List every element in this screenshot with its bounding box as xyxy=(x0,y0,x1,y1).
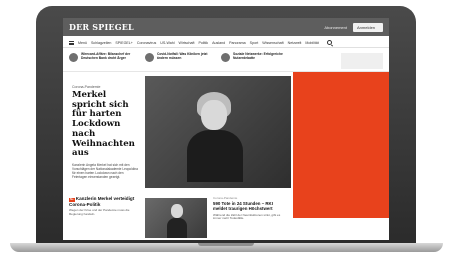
lead-kicker: Corona-Pandemie xyxy=(72,85,101,89)
ad-banner[interactable] xyxy=(341,53,383,69)
teaser-item[interactable]: Wirecard-Affäre: Bilanzchef der Deutsche… xyxy=(69,52,139,68)
article-image[interactable] xyxy=(145,198,207,238)
spiegel-logo[interactable]: DER SPIEGEL xyxy=(69,22,134,32)
nav-item-menu[interactable]: Menü xyxy=(78,41,87,45)
nav-item-politik[interactable]: Politik xyxy=(198,41,208,45)
teaser-title[interactable]: Soziale Netzwerke: Erfolgreiche Nutzerde… xyxy=(233,52,291,68)
article-headline[interactable]: 590 Tote in 24 Stunden – RKI meldet trau… xyxy=(213,201,287,212)
nav-item-mobilitaet[interactable]: Mobilität xyxy=(305,41,318,45)
nav-item-netzwelt[interactable]: Netzwelt xyxy=(288,41,302,45)
teaser-item[interactable]: Covid-Notfall: Was Kliniken jetzt ändern… xyxy=(145,52,215,68)
teaser-thumbnail xyxy=(221,53,230,62)
abo-link[interactable]: Abonnement xyxy=(324,25,347,30)
article-headline-text[interactable]: Kanzlerin Merkel verteidigt Corona-Polit… xyxy=(69,196,134,207)
nav-item-panorama[interactable]: Panorama xyxy=(229,41,246,45)
search-icon[interactable] xyxy=(326,40,332,45)
nav-item-coronavirus[interactable]: Coronavirus xyxy=(137,41,156,45)
header-actions: Abonnement Anmelden xyxy=(324,22,383,32)
article-summary: Wegen der Krise und der Pandemie muss di… xyxy=(69,208,130,216)
nav-item-sport[interactable]: Sport xyxy=(250,41,259,45)
article-card[interactable]: Corona-Pandemie 590 Tote in 24 Stunden –… xyxy=(213,196,287,221)
nav-item-wirtschaft[interactable]: Wirtschaft xyxy=(179,41,195,45)
teaser-item[interactable]: Soziale Netzwerke: Erfolgreiche Nutzerde… xyxy=(221,52,291,68)
orange-advertisement[interactable] xyxy=(293,72,389,218)
nav-item-spiegel-plus[interactable]: SPIEGEL+ xyxy=(115,41,132,45)
nav-item-wissenschaft[interactable]: Wissenschaft xyxy=(262,41,283,45)
teaser-thumbnail xyxy=(145,53,154,62)
teaser-thumbnail xyxy=(69,53,78,62)
article-summary: Während die Zahl der Neuinfektionen sink… xyxy=(213,212,281,221)
lead-headline[interactable]: Merkel spricht sich für harten Lockdown … xyxy=(72,90,138,159)
article-card[interactable]: S+ Kanzlerin Merkel verteidigt Corona-Pol… xyxy=(69,196,141,217)
teaser-title[interactable]: Wirecard-Affäre: Bilanzchef der Deutsche… xyxy=(81,52,139,68)
nav-item-ausland[interactable]: Ausland xyxy=(212,41,225,45)
nav-item-schlagzeilen[interactable]: Schlagzeilen xyxy=(91,41,111,45)
main-content: Corona-Pandemie Merkel spricht sich für … xyxy=(63,72,389,240)
laptop-notch xyxy=(198,243,254,246)
teaser-title[interactable]: Covid-Notfall: Was Kliniken jetzt ändern… xyxy=(157,52,215,68)
teaser-strip: Wirecard-Affäre: Bilanzchef der Deutsche… xyxy=(63,50,389,72)
person-photo xyxy=(185,92,245,182)
laptop-screen: DER SPIEGEL Abonnement Anmelden Menü Sch… xyxy=(63,18,389,240)
lead-article[interactable]: Corona-Pandemie Merkel spricht sich für … xyxy=(69,82,141,182)
site-header: DER SPIEGEL Abonnement Anmelden xyxy=(63,18,389,36)
article-headline[interactable]: S+ Kanzlerin Merkel verteidigt Corona-Pol… xyxy=(69,196,141,207)
lead-article-image[interactable] xyxy=(145,76,291,188)
login-button[interactable]: Anmelden xyxy=(353,22,383,32)
nav-item-us-wahl[interactable]: US-Wahl xyxy=(160,41,174,45)
article-kicker: Corona-Pandemie xyxy=(213,196,238,200)
menu-icon[interactable] xyxy=(69,40,74,45)
lead-intro: Kanzlerin Angela Merkel hat sich mit den… xyxy=(72,162,138,180)
person-photo xyxy=(167,204,187,238)
main-nav: Menü Schlagzeilen SPIEGEL+ Coronavirus U… xyxy=(63,38,389,48)
